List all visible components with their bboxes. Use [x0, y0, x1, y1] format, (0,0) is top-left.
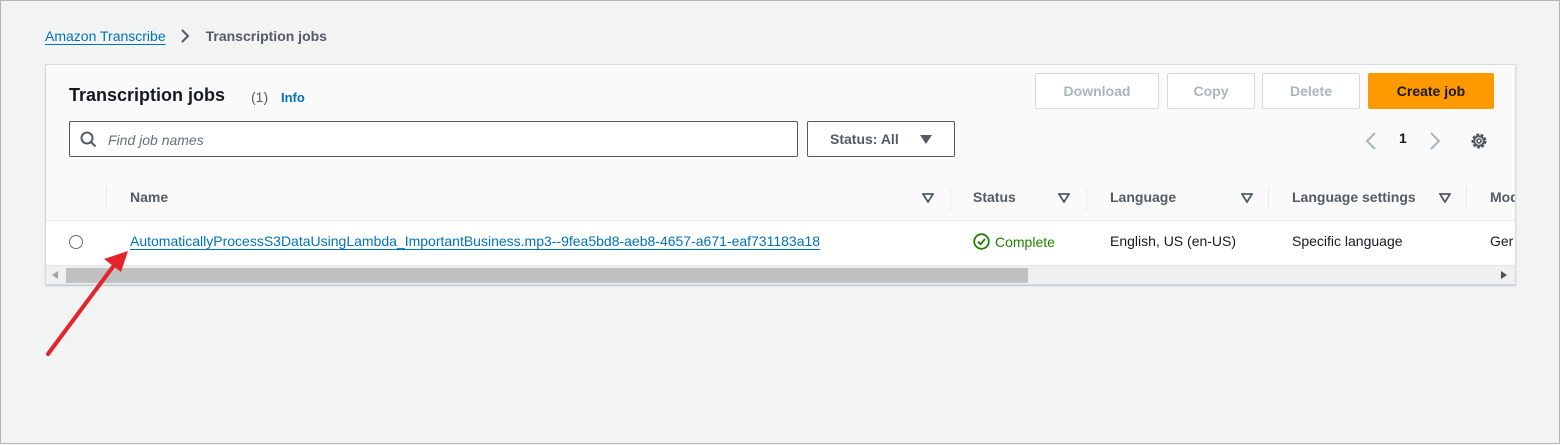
scrollbar-thumb[interactable] [66, 268, 1028, 283]
language-cell: English, US (en-US) [1110, 233, 1237, 249]
status-text: Complete [995, 233, 1055, 250]
status-filter-label: Status: All [830, 131, 899, 147]
delete-button[interactable]: Delete [1262, 73, 1360, 109]
page-number[interactable]: 1 [1399, 130, 1407, 146]
breadcrumb-amazon-transcribe[interactable]: Amazon Transcribe [45, 28, 166, 44]
scroll-left-icon[interactable] [52, 271, 58, 279]
column-status[interactable]: Status [973, 189, 1016, 205]
chevron-left-icon[interactable] [1364, 131, 1378, 151]
sort-caret-icon[interactable] [1241, 193, 1253, 203]
caret-down-icon [920, 135, 932, 144]
search-input[interactable] [106, 122, 790, 158]
panel-header: Transcription jobs (1) Info Download Cop… [46, 65, 1515, 177]
breadcrumb: Amazon Transcribe Transcription jobs [45, 27, 327, 45]
gear-icon[interactable] [1469, 131, 1489, 151]
status-cell: Complete [973, 233, 1055, 250]
breadcrumb-current: Transcription jobs [205, 28, 327, 44]
scroll-right-icon[interactable] [1501, 271, 1507, 279]
table-row[interactable]: AutomaticallyProcessS3DataUsingLambda_Im… [46, 220, 1515, 264]
column-name[interactable]: Name [130, 189, 168, 205]
job-name-link[interactable]: AutomaticallyProcessS3DataUsingLambda_Im… [130, 233, 820, 249]
table-header: Name Status Language Language settings M… [46, 176, 1515, 221]
model-cell: Ger [1490, 233, 1514, 249]
column-divider [1268, 186, 1269, 210]
sort-caret-icon[interactable] [922, 193, 934, 203]
column-divider [950, 186, 951, 210]
column-language-settings[interactable]: Language settings [1292, 189, 1416, 205]
info-link[interactable]: Info [281, 90, 305, 105]
download-button[interactable]: Download [1035, 73, 1159, 109]
column-model[interactable]: Mod [1490, 189, 1515, 205]
chevron-right-icon[interactable] [1428, 131, 1442, 151]
chevron-right-icon [180, 29, 190, 43]
job-count: (1) [251, 89, 269, 105]
job-name-cell[interactable]: AutomaticallyProcessS3DataUsingLambda_Im… [130, 233, 820, 249]
create-job-button[interactable]: Create job [1368, 73, 1494, 109]
copy-button[interactable]: Copy [1167, 73, 1255, 109]
column-divider [1466, 186, 1467, 210]
horizontal-scrollbar[interactable] [46, 265, 1515, 284]
page-title: Transcription jobs [69, 85, 226, 105]
sort-caret-icon[interactable] [1058, 193, 1070, 203]
sort-caret-icon[interactable] [1439, 193, 1451, 203]
column-divider [106, 186, 107, 210]
language-settings-cell: Specific language [1292, 233, 1403, 249]
search-icon [80, 131, 97, 148]
row-select-radio[interactable] [69, 235, 83, 249]
column-language[interactable]: Language [1110, 189, 1176, 205]
status-filter-dropdown[interactable]: Status: All [807, 121, 955, 157]
transcription-jobs-panel: Transcription jobs (1) Info Download Cop… [45, 64, 1516, 285]
check-circle-icon [973, 233, 990, 250]
search-field[interactable] [69, 121, 798, 158]
column-divider [1086, 186, 1087, 210]
